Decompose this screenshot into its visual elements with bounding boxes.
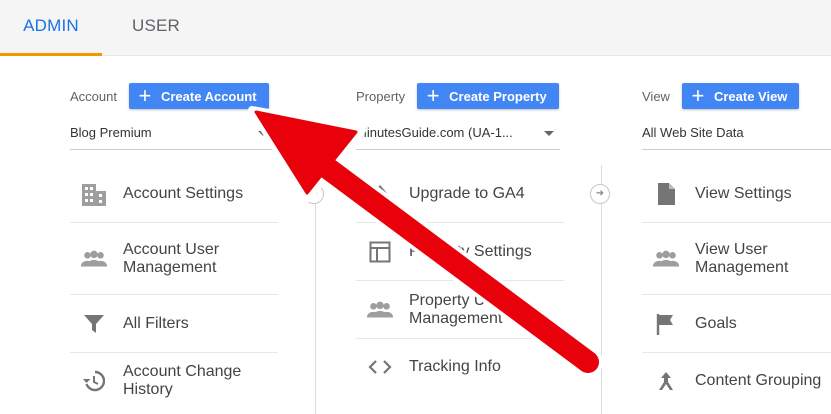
view-label: View <box>642 88 670 104</box>
view-selector[interactable]: All Web Site Data <box>642 120 831 150</box>
menu-item-account-settings[interactable]: Account Settings <box>70 165 278 223</box>
menu-item-view-user-management[interactable]: View User Management <box>642 223 831 295</box>
view-selected-value: All Web Site Data <box>642 125 744 140</box>
menu-item-label: All Filters <box>123 314 189 332</box>
create-account-label: Create Account <box>160 88 257 104</box>
menu-item-label: Tracking Info <box>409 358 501 375</box>
arrow-right-icon: ➜ <box>304 184 324 204</box>
menu-item-label: Property Settings <box>409 242 532 260</box>
property-column-header: Property + Create Property <box>356 83 559 109</box>
menu-item-label: View User Management <box>695 240 789 276</box>
arrow-right-icon: ➜ <box>590 184 610 204</box>
account-column-header: Account + Create Account <box>70 83 269 109</box>
people-icon <box>80 245 108 273</box>
account-label: Account <box>70 88 117 104</box>
menu-item-property-user-management[interactable]: Property User Management <box>356 281 564 339</box>
document-icon <box>652 180 680 208</box>
chevron-down-icon <box>544 131 554 136</box>
menu-item-content-grouping[interactable]: Content Grouping <box>642 353 831 409</box>
merge-icon <box>652 367 680 395</box>
code-icon <box>366 353 394 381</box>
menu-item-label: View Settings <box>695 184 792 202</box>
people-icon <box>652 245 680 273</box>
menu-item-property-settings[interactable]: Property Settings <box>356 223 564 281</box>
menu-item-label: Account User Management <box>123 240 220 276</box>
menu-item-all-filters[interactable]: All Filters <box>70 295 278 353</box>
people-icon <box>366 296 394 324</box>
tab-admin[interactable]: ADMIN <box>0 0 102 56</box>
menu-item-goals[interactable]: Goals <box>642 295 831 353</box>
view-menu: View Settings View User Management Goals… <box>642 165 831 409</box>
menu-item-account-user-management[interactable]: Account User Management <box>70 223 278 295</box>
filter-icon <box>80 310 108 338</box>
menu-item-label: Upgrade to GA4 <box>409 184 525 202</box>
menu-item-view-settings[interactable]: View Settings <box>642 165 831 223</box>
create-account-button[interactable]: + Create Account <box>128 83 269 109</box>
create-property-button[interactable]: + Create Property <box>417 83 559 109</box>
property-selected-value: MinutesGuide.com (UA-1... <box>356 125 513 140</box>
view-column-header: View + Create View <box>642 83 800 109</box>
plus-icon: + <box>426 83 440 108</box>
create-view-label: Create View <box>713 88 788 104</box>
create-view-button[interactable]: + Create View <box>681 83 800 109</box>
account-selector[interactable]: Blog Premium <box>70 120 274 150</box>
menu-item-label: Goals <box>695 314 737 332</box>
account-menu: Account Settings Account User Management… <box>70 165 278 409</box>
menu-item-label: Account Settings <box>123 184 244 202</box>
property-selector[interactable]: MinutesGuide.com (UA-1... <box>356 120 560 150</box>
history-icon <box>80 367 108 395</box>
menu-item-account-change-history[interactable]: Account Change History <box>70 353 278 409</box>
menu-item-upgrade-to-ga4[interactable]: Upgrade to GA4 <box>356 165 564 223</box>
property-menu: Upgrade to GA4 Property Settings Propert… <box>356 165 564 395</box>
building-icon <box>80 180 108 208</box>
property-label: Property <box>356 88 406 104</box>
tab-user[interactable]: USER <box>132 0 180 56</box>
menu-item-tracking-info[interactable]: Tracking Info <box>356 339 564 395</box>
menu-item-label: Content Grouping <box>695 372 822 389</box>
flag-icon <box>652 310 680 338</box>
menu-item-label: Account Change History <box>123 363 242 398</box>
create-property-label: Create Property <box>449 88 547 104</box>
account-selected-value: Blog Premium <box>70 125 152 140</box>
plus-icon: + <box>691 83 705 108</box>
upgrade-icon <box>366 180 394 208</box>
plus-icon: + <box>138 83 152 108</box>
admin-tab-bar: ADMIN USER <box>0 0 831 56</box>
chevron-down-icon <box>258 131 268 136</box>
layout-icon <box>366 238 394 266</box>
menu-item-label: Property User Management <box>409 291 508 327</box>
